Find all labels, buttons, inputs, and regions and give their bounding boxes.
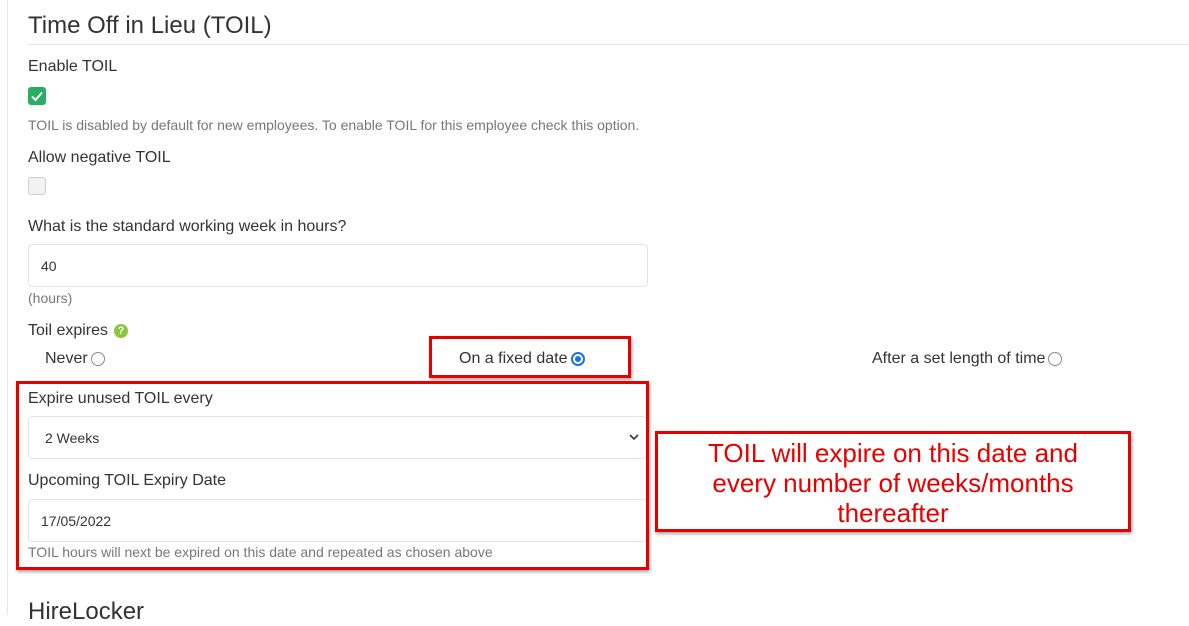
expires-never-radio[interactable]	[90, 352, 105, 366]
check-icon	[31, 91, 43, 102]
annotation-line-1: TOIL will expire on this date and	[708, 438, 1078, 468]
enable-toil-label: Enable TOIL	[28, 58, 118, 75]
enable-toil-checkbox[interactable]	[28, 87, 46, 105]
section-title: Time Off in Lieu (TOIL)	[28, 12, 272, 39]
question-circle-icon[interactable]: ?	[114, 324, 129, 338]
working-week-unit: (hours)	[28, 290, 73, 306]
working-week-value: 40	[41, 257, 57, 274]
title-divider	[28, 44, 1189, 45]
expires-set-length-option[interactable]: After a set length of time	[872, 350, 1063, 368]
expires-never-label: Never	[45, 350, 88, 367]
left-border	[7, 0, 8, 615]
expires-set-length-label: After a set length of time	[872, 350, 1046, 367]
annotation-callout: TOIL will expire on this date and every …	[655, 431, 1131, 532]
expiry-fields-highlight-box	[16, 381, 649, 570]
allow-negative-toil-checkbox[interactable]	[28, 177, 46, 195]
annotation-line-3: thereafter	[837, 498, 949, 528]
expires-never-option[interactable]: Never	[45, 350, 105, 368]
fixed-date-highlight-box	[429, 336, 631, 378]
enable-toil-help: TOIL is disabled by default for new empl…	[28, 117, 640, 133]
working-week-input[interactable]: 40	[28, 244, 648, 287]
next-section-title: HireLocker	[28, 598, 145, 625]
allow-negative-toil-label: Allow negative TOIL	[28, 149, 171, 166]
toil-expires-label: Toil expires?	[28, 322, 129, 340]
working-week-label: What is the standard working week in hou…	[28, 218, 347, 235]
toil-expires-text: Toil expires	[28, 322, 109, 339]
annotation-line-2: every number of weeks/months	[712, 468, 1074, 498]
expires-set-length-radio[interactable]	[1048, 352, 1063, 366]
